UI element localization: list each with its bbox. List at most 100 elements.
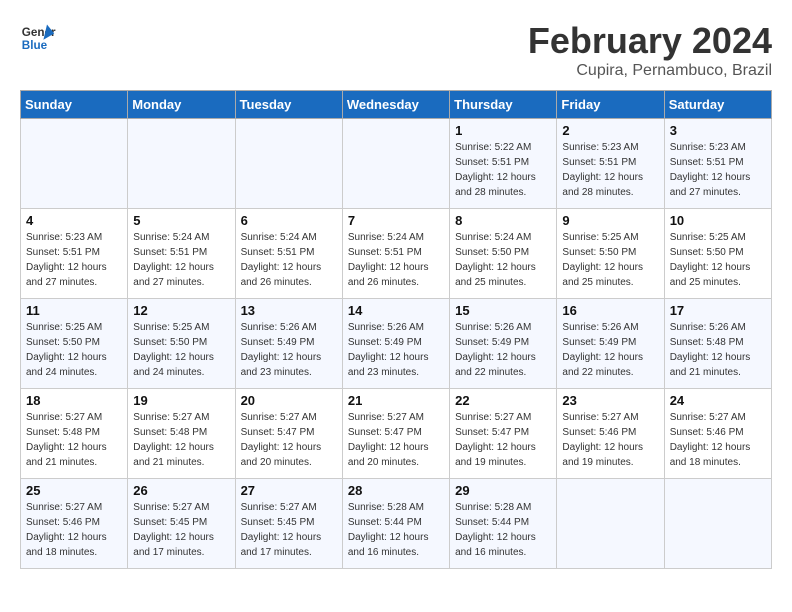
day-detail: Sunrise: 5:27 AMSunset: 5:47 PMDaylight:…: [241, 410, 337, 470]
calendar-table: SundayMondayTuesdayWednesdayThursdayFrid…: [20, 90, 772, 569]
day-number: 22: [455, 393, 551, 408]
location-subtitle: Cupira, Pernambuco, Brazil: [528, 62, 772, 80]
calendar-week-4: 18 Sunrise: 5:27 AMSunset: 5:48 PMDayligh…: [21, 389, 772, 479]
weekday-header-saturday: Saturday: [664, 91, 771, 119]
day-detail: Sunrise: 5:27 AMSunset: 5:46 PMDaylight:…: [670, 410, 766, 470]
weekday-header-sunday: Sunday: [21, 91, 128, 119]
day-number: 17: [670, 303, 766, 318]
calendar-cell: 11 Sunrise: 5:25 AMSunset: 5:50 PMDayligh…: [21, 299, 128, 389]
day-number: 14: [348, 303, 444, 318]
calendar-cell: 15 Sunrise: 5:26 AMSunset: 5:49 PMDayligh…: [450, 299, 557, 389]
page-header: General Blue General Blue February 2024 …: [20, 20, 772, 80]
calendar-cell: 5Sunrise: 5:24 AMSunset: 5:51 PMDaylight…: [128, 209, 235, 299]
calendar-cell: 14 Sunrise: 5:26 AMSunset: 5:49 PMDayligh…: [342, 299, 449, 389]
day-detail: Sunrise: 5:24 AMSunset: 5:51 PMDaylight:…: [241, 230, 337, 290]
day-number: 24: [670, 393, 766, 408]
weekday-header-monday: Monday: [128, 91, 235, 119]
day-number: 18: [26, 393, 122, 408]
calendar-cell: 12 Sunrise: 5:25 AMSunset: 5:50 PMDayligh…: [128, 299, 235, 389]
day-number: 9: [562, 213, 658, 228]
day-detail: Sunrise: 5:22 AMSunset: 5:51 PMDaylight:…: [455, 140, 551, 200]
month-title: February 2024: [528, 20, 772, 62]
calendar-cell: 20 Sunrise: 5:27 AMSunset: 5:47 PMDayligh…: [235, 389, 342, 479]
day-number: 26: [133, 483, 229, 498]
day-number: 4: [26, 213, 122, 228]
calendar-cell: 3 Sunrise: 5:23 AMSunset: 5:51 PMDaylight…: [664, 119, 771, 209]
day-detail: Sunrise: 5:23 AMSunset: 5:51 PMDaylight:…: [670, 140, 766, 200]
day-number: 8: [455, 213, 551, 228]
day-detail: Sunrise: 5:27 AMSunset: 5:48 PMDaylight:…: [133, 410, 229, 470]
day-number: 28: [348, 483, 444, 498]
calendar-cell: 29Sunrise: 5:28 AMSunset: 5:44 PMDayligh…: [450, 479, 557, 569]
calendar-cell: 28Sunrise: 5:28 AMSunset: 5:44 PMDayligh…: [342, 479, 449, 569]
day-detail: Sunrise: 5:26 AMSunset: 5:49 PMDaylight:…: [562, 320, 658, 380]
calendar-cell: 16 Sunrise: 5:26 AMSunset: 5:49 PMDayligh…: [557, 299, 664, 389]
calendar-cell: 25 Sunrise: 5:27 AMSunset: 5:46 PMDayligh…: [21, 479, 128, 569]
day-number: 6: [241, 213, 337, 228]
day-number: 13: [241, 303, 337, 318]
svg-text:Blue: Blue: [22, 39, 48, 52]
day-number: 15: [455, 303, 551, 318]
calendar-cell: [557, 479, 664, 569]
day-detail: Sunrise: 5:25 AMSunset: 5:50 PMDaylight:…: [133, 320, 229, 380]
day-number: 11: [26, 303, 122, 318]
day-detail: Sunrise: 5:27 AMSunset: 5:47 PMDaylight:…: [348, 410, 444, 470]
calendar-cell: 23Sunrise: 5:27 AMSunset: 5:46 PMDayligh…: [557, 389, 664, 479]
day-detail: Sunrise: 5:27 AMSunset: 5:46 PMDaylight:…: [26, 500, 122, 560]
day-detail: Sunrise: 5:24 AMSunset: 5:51 PMDaylight:…: [133, 230, 229, 290]
calendar-cell: [664, 479, 771, 569]
calendar-cell: 18Sunrise: 5:27 AMSunset: 5:48 PMDayligh…: [21, 389, 128, 479]
day-detail: Sunrise: 5:25 AMSunset: 5:50 PMDaylight:…: [670, 230, 766, 290]
day-number: 27: [241, 483, 337, 498]
day-detail: Sunrise: 5:26 AMSunset: 5:49 PMDaylight:…: [348, 320, 444, 380]
calendar-cell: [342, 119, 449, 209]
calendar-cell: [235, 119, 342, 209]
calendar-cell: 9 Sunrise: 5:25 AMSunset: 5:50 PMDaylight…: [557, 209, 664, 299]
calendar-cell: 27Sunrise: 5:27 AMSunset: 5:45 PMDayligh…: [235, 479, 342, 569]
day-number: 20: [241, 393, 337, 408]
day-detail: Sunrise: 5:25 AMSunset: 5:50 PMDaylight:…: [26, 320, 122, 380]
weekday-header-tuesday: Tuesday: [235, 91, 342, 119]
weekday-header-friday: Friday: [557, 91, 664, 119]
weekday-header-thursday: Thursday: [450, 91, 557, 119]
day-number: 1: [455, 123, 551, 138]
day-number: 12: [133, 303, 229, 318]
calendar-cell: 26 Sunrise: 5:27 AMSunset: 5:45 PMDayligh…: [128, 479, 235, 569]
day-number: 25: [26, 483, 122, 498]
day-number: 2: [562, 123, 658, 138]
day-detail: Sunrise: 5:26 AMSunset: 5:48 PMDaylight:…: [670, 320, 766, 380]
calendar-cell: 13Sunrise: 5:26 AMSunset: 5:49 PMDayligh…: [235, 299, 342, 389]
calendar-cell: 1 Sunrise: 5:22 AMSunset: 5:51 PMDaylight…: [450, 119, 557, 209]
calendar-cell: 6 Sunrise: 5:24 AMSunset: 5:51 PMDaylight…: [235, 209, 342, 299]
calendar-cell: 8Sunrise: 5:24 AMSunset: 5:50 PMDaylight…: [450, 209, 557, 299]
day-number: 16: [562, 303, 658, 318]
calendar-header-row: SundayMondayTuesdayWednesdayThursdayFrid…: [21, 91, 772, 119]
day-detail: Sunrise: 5:25 AMSunset: 5:50 PMDaylight:…: [562, 230, 658, 290]
day-number: 3: [670, 123, 766, 138]
day-detail: Sunrise: 5:27 AMSunset: 5:46 PMDaylight:…: [562, 410, 658, 470]
calendar-week-3: 11 Sunrise: 5:25 AMSunset: 5:50 PMDayligh…: [21, 299, 772, 389]
calendar-week-5: 25 Sunrise: 5:27 AMSunset: 5:46 PMDayligh…: [21, 479, 772, 569]
calendar-cell: 19 Sunrise: 5:27 AMSunset: 5:48 PMDayligh…: [128, 389, 235, 479]
title-area: February 2024 Cupira, Pernambuco, Brazil: [528, 20, 772, 80]
calendar-cell: 7Sunrise: 5:24 AMSunset: 5:51 PMDaylight…: [342, 209, 449, 299]
calendar-cell: 2 Sunrise: 5:23 AMSunset: 5:51 PMDaylight…: [557, 119, 664, 209]
calendar-cell: [128, 119, 235, 209]
calendar-cell: [21, 119, 128, 209]
day-number: 7: [348, 213, 444, 228]
calendar-cell: 24 Sunrise: 5:27 AMSunset: 5:46 PMDayligh…: [664, 389, 771, 479]
day-detail: Sunrise: 5:27 AMSunset: 5:45 PMDaylight:…: [133, 500, 229, 560]
calendar-body: 1 Sunrise: 5:22 AMSunset: 5:51 PMDaylight…: [21, 119, 772, 569]
day-number: 21: [348, 393, 444, 408]
calendar-week-2: 4 Sunrise: 5:23 AMSunset: 5:51 PMDaylight…: [21, 209, 772, 299]
day-number: 10: [670, 213, 766, 228]
weekday-header-wednesday: Wednesday: [342, 91, 449, 119]
day-detail: Sunrise: 5:27 AMSunset: 5:47 PMDaylight:…: [455, 410, 551, 470]
day-detail: Sunrise: 5:23 AMSunset: 5:51 PMDaylight:…: [26, 230, 122, 290]
day-detail: Sunrise: 5:26 AMSunset: 5:49 PMDaylight:…: [455, 320, 551, 380]
day-detail: Sunrise: 5:23 AMSunset: 5:51 PMDaylight:…: [562, 140, 658, 200]
calendar-cell: 22 Sunrise: 5:27 AMSunset: 5:47 PMDayligh…: [450, 389, 557, 479]
calendar-cell: 4 Sunrise: 5:23 AMSunset: 5:51 PMDaylight…: [21, 209, 128, 299]
day-number: 19: [133, 393, 229, 408]
logo-icon: General Blue: [20, 20, 56, 56]
